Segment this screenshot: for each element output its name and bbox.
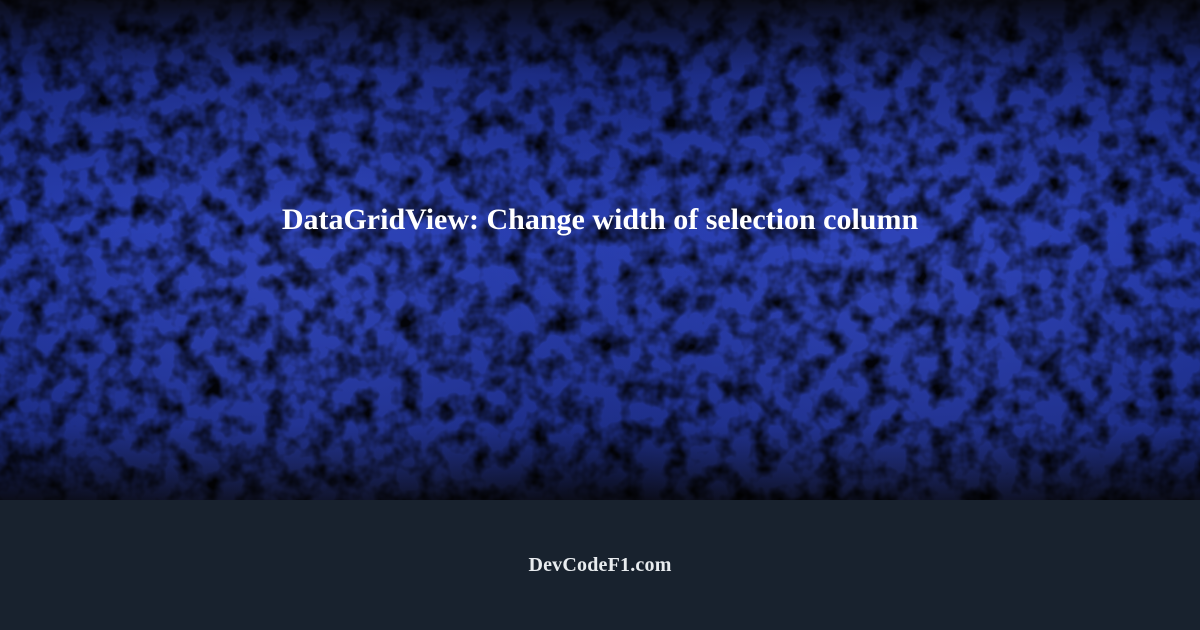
page-title: DataGridView: Change width of selection …	[242, 203, 958, 237]
site-brand: DevCodeF1.com	[528, 554, 671, 577]
footer-bar: DevCodeF1.com	[0, 500, 1200, 630]
hero-banner: DataGridView: Change width of selection …	[0, 0, 1200, 500]
noise-texture	[0, 0, 1200, 500]
